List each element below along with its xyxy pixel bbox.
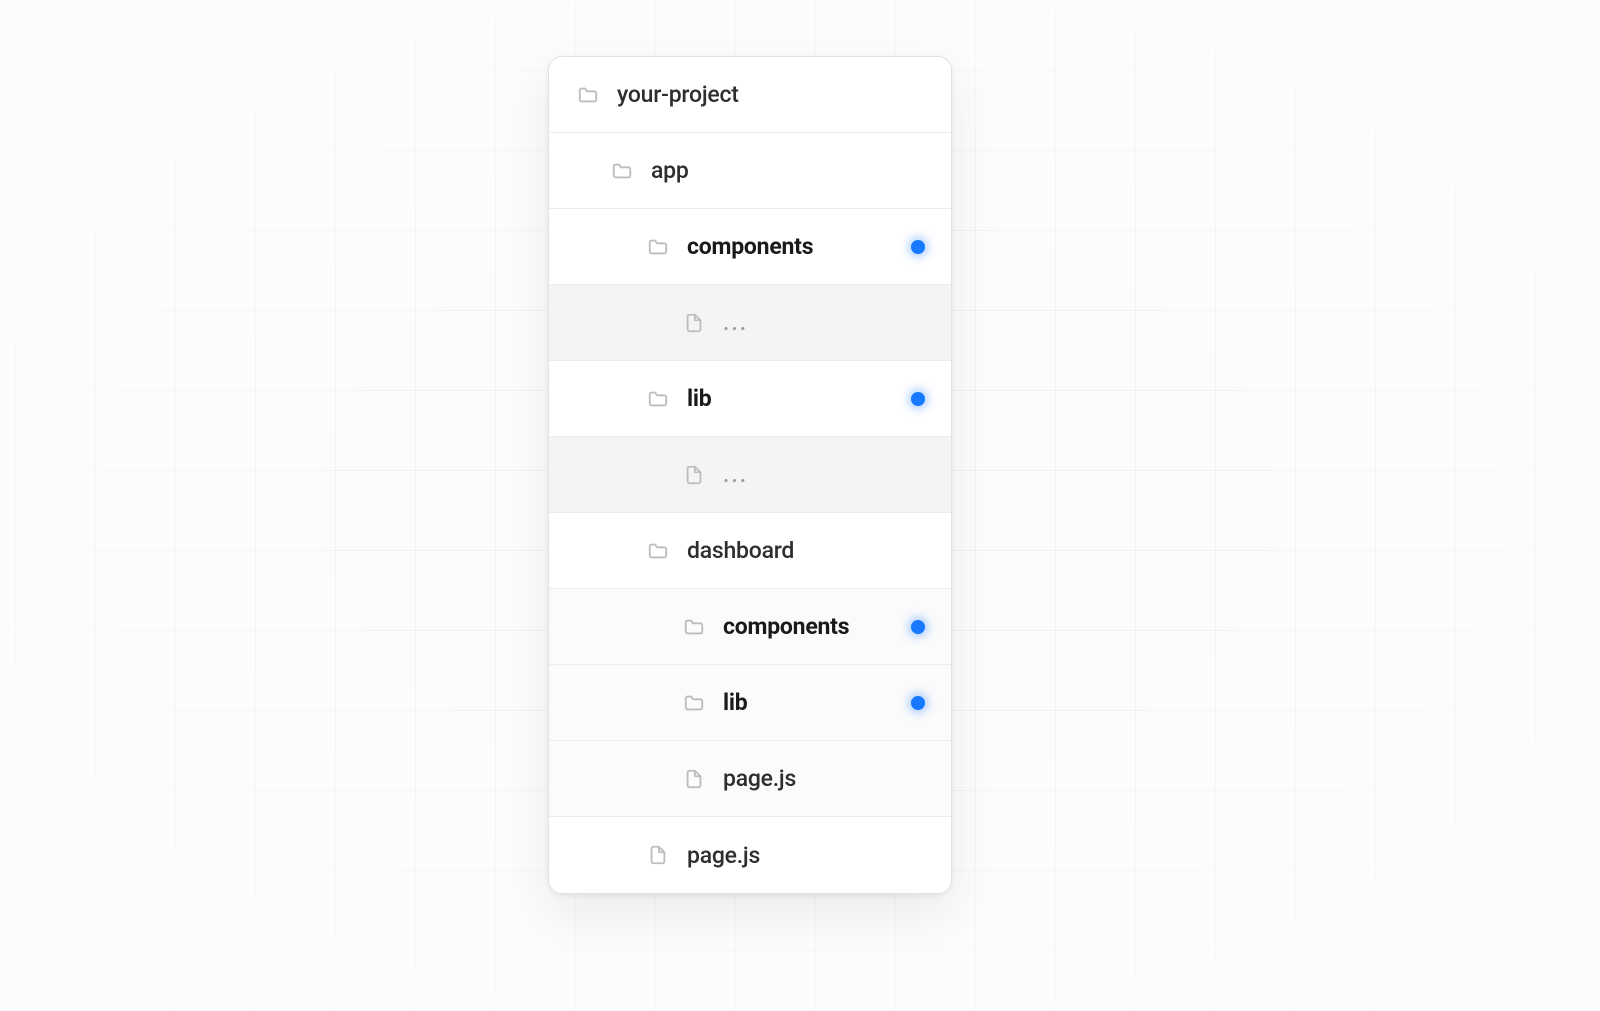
tree-row-label: lib xyxy=(687,385,911,412)
tree-root-row[interactable]: your-project xyxy=(549,57,951,133)
file-tree-card: your-project app components... lib... dashb… xyxy=(548,56,952,894)
tree-row-folder[interactable]: lib xyxy=(549,361,951,437)
status-dot-icon xyxy=(911,240,925,254)
tree-row-label: components xyxy=(687,233,911,260)
tree-row-folder[interactable]: components xyxy=(549,209,951,285)
tree-row-label: page.js xyxy=(723,765,951,792)
folder-icon xyxy=(647,540,669,562)
tree-row-label: ... xyxy=(723,461,951,488)
tree-row-label: components xyxy=(723,613,911,640)
folder-icon xyxy=(683,616,705,638)
tree-row-file[interactable]: page.js xyxy=(549,741,951,817)
folder-icon xyxy=(683,692,705,714)
folder-icon xyxy=(647,388,669,410)
folder-icon xyxy=(611,160,633,182)
tree-row-file[interactable]: ... xyxy=(549,285,951,361)
status-dot-icon xyxy=(911,392,925,406)
tree-row-label: ... xyxy=(723,309,951,336)
folder-icon xyxy=(577,84,599,106)
tree-row-folder[interactable]: dashboard xyxy=(549,513,951,589)
tree-row-folder[interactable]: lib xyxy=(549,665,951,741)
folder-icon xyxy=(647,236,669,258)
file-icon xyxy=(647,844,669,866)
tree-row-file[interactable]: ... xyxy=(549,437,951,513)
status-dot-icon xyxy=(911,696,925,710)
tree-row-folder[interactable]: app xyxy=(549,133,951,209)
status-dot-icon xyxy=(911,620,925,634)
file-icon xyxy=(683,312,705,334)
tree-row-label: page.js xyxy=(687,842,951,869)
tree-row-label: dashboard xyxy=(687,537,951,564)
tree-row-file[interactable]: page.js xyxy=(549,817,951,893)
tree-row-folder[interactable]: components xyxy=(549,589,951,665)
file-icon xyxy=(683,464,705,486)
tree-root-label: your-project xyxy=(617,81,951,108)
tree-row-label: lib xyxy=(723,689,911,716)
file-icon xyxy=(683,768,705,790)
tree-row-label: app xyxy=(651,157,951,184)
